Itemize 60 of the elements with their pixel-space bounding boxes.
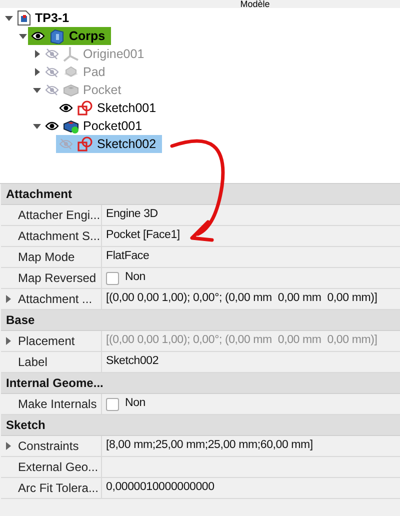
caret-right-icon[interactable] bbox=[33, 68, 41, 76]
property-name: Constraints bbox=[18, 438, 79, 455]
eye-icon[interactable] bbox=[45, 121, 59, 131]
property-value: 0,0000010000000000 bbox=[106, 480, 214, 496]
checkbox[interactable] bbox=[106, 398, 119, 410]
property-name: Map Mode bbox=[18, 249, 75, 266]
caret-down-icon[interactable] bbox=[5, 14, 13, 22]
property-name: External Geo... bbox=[18, 459, 98, 476]
caret-right-icon[interactable] bbox=[6, 295, 10, 303]
body-icon bbox=[49, 28, 65, 44]
tree-item-label: Sketch002 bbox=[97, 136, 156, 153]
property-value: FlatFace bbox=[106, 249, 150, 264]
property-name: Placement bbox=[18, 333, 75, 350]
caret-right-icon[interactable] bbox=[6, 337, 10, 345]
tree-item-label: Pocket001 bbox=[83, 118, 142, 135]
property-name: Arc Fit Tolera... bbox=[18, 480, 98, 497]
eye-icon[interactable] bbox=[59, 103, 73, 113]
tree-item[interactable]: Sketch002 bbox=[56, 135, 162, 153]
tree-item-label: Sketch001 bbox=[97, 100, 156, 117]
property-name: Map Reversed bbox=[18, 270, 96, 287]
property-value: Non bbox=[125, 270, 146, 286]
group-title: Attachment bbox=[6, 186, 72, 203]
sketch-icon bbox=[77, 136, 93, 152]
group-title: Sketch bbox=[6, 417, 46, 434]
property-value: [8,00 mm;25,00 mm;25,00 mm;60,00 mm] bbox=[106, 438, 313, 454]
caret-down-icon[interactable] bbox=[19, 32, 27, 40]
tree-item-label: Pad bbox=[83, 64, 106, 81]
property-value: Pocket [Face1] bbox=[106, 228, 180, 244]
pocket-icon bbox=[63, 118, 79, 134]
group-title: Base bbox=[6, 312, 35, 329]
property-value: Sketch002 bbox=[106, 354, 159, 370]
property-name: Make Internals bbox=[18, 396, 97, 413]
tree-item[interactable]: Corps bbox=[28, 27, 112, 45]
axes-icon bbox=[63, 46, 79, 62]
property-name: Attacher Engi... bbox=[18, 207, 100, 224]
property-value: [(0,00 0,00 1,00); 0,00°; (0,00 mm 0,00 mm 0,00 mm)] bbox=[106, 333, 378, 348]
eye-icon[interactable] bbox=[31, 31, 45, 41]
panel-title: Modèle bbox=[239, 0, 270, 8]
property-value: Non bbox=[125, 396, 146, 412]
property-value: [(0,00 0,00 1,00); 0,00°; (0,00 mm 0,00 mm 0,00 mm)] bbox=[106, 291, 378, 306]
tree-item-label: Corps bbox=[69, 28, 106, 45]
caret-down-icon[interactable] bbox=[33, 86, 41, 94]
tree-item[interactable]: Pocket001 bbox=[42, 117, 148, 135]
tree-item-label: TP3-1 bbox=[35, 10, 70, 27]
group-title: Internal Geome... bbox=[6, 375, 104, 392]
property-value: Engine 3D bbox=[106, 207, 158, 222]
tree-item-label: Pocket bbox=[83, 82, 122, 99]
caret-right-icon[interactable] bbox=[6, 442, 10, 450]
caret-right-icon[interactable] bbox=[33, 50, 41, 58]
property-name: Label bbox=[18, 354, 48, 371]
tree-item[interactable]: TP3-1 bbox=[14, 9, 76, 27]
pocket-icon bbox=[63, 82, 79, 98]
property-name: Attachment S... bbox=[18, 228, 100, 245]
tree-item[interactable]: Sketch001 bbox=[56, 99, 162, 117]
sketch-icon bbox=[77, 100, 93, 116]
pad-icon bbox=[63, 64, 79, 80]
checkbox[interactable] bbox=[106, 272, 119, 284]
caret-down-icon[interactable] bbox=[33, 122, 41, 130]
property-name: Attachment ... bbox=[18, 291, 92, 308]
tree-item-label: Origine001 bbox=[83, 46, 144, 63]
